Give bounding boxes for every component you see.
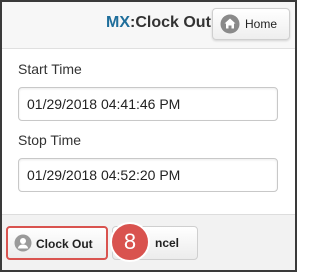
clock-out-button-label: Clock Out [36, 237, 93, 251]
clock-out-button[interactable]: Clock Out [6, 226, 108, 260]
home-button-label: Home [245, 17, 278, 31]
cancel-button-label: ncel [155, 236, 180, 250]
dialog-frame: MX:Clock Out Home Start Time Stop Time n… [0, 0, 297, 272]
brand-text: MX [106, 14, 130, 31]
start-time-label: Start Time [18, 61, 82, 77]
step-number-badge: 8 [110, 222, 150, 262]
user-icon [14, 234, 32, 252]
dialog-header: MX:Clock Out Home [2, 2, 295, 49]
page-title: MX:Clock Out [106, 14, 211, 32]
home-icon [220, 14, 240, 34]
home-button[interactable]: Home [212, 8, 290, 40]
stop-time-label: Stop Time [18, 132, 82, 148]
title-text: :Clock Out [130, 14, 211, 31]
stop-time-input[interactable] [18, 158, 278, 192]
start-time-input[interactable] [18, 87, 278, 121]
